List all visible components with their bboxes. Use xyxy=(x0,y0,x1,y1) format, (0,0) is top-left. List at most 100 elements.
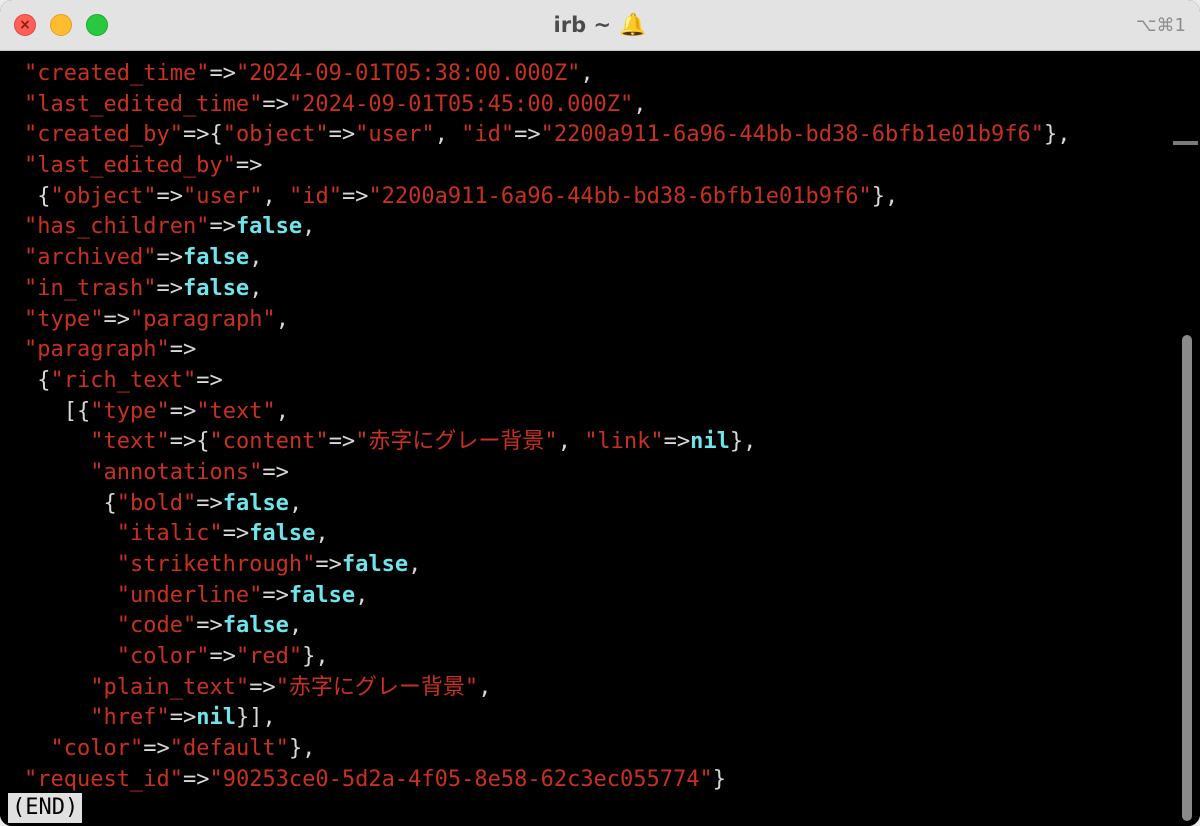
punctuation-token: => xyxy=(262,582,289,608)
output-line: "href"=>nil}], xyxy=(24,703,1070,734)
string-token: "strikethrough" xyxy=(116,552,316,577)
punctuation-token: => xyxy=(328,429,356,455)
punctuation-token xyxy=(24,460,90,485)
keyword-token: false xyxy=(288,582,356,608)
output-line: "created_by"=>{"object"=>"user", "id"=>"… xyxy=(24,120,1070,151)
punctuation-token: , xyxy=(315,521,329,547)
output-line: "has_children"=>false, xyxy=(24,212,1070,243)
punctuation-token: , xyxy=(249,245,263,271)
string-token: "created_by" xyxy=(24,122,183,148)
output-line: "color"=>"red"}, xyxy=(24,642,1070,673)
scrollbar-thumb[interactable] xyxy=(1182,335,1192,821)
keyword-token: false xyxy=(222,613,289,639)
punctuation-token: => xyxy=(315,552,342,577)
punctuation-token: , xyxy=(355,582,369,608)
punctuation-token: => xyxy=(341,183,369,209)
string-token: "90253ce0-5d2a-4f05-8e58-62c3ec055774" xyxy=(209,766,713,792)
punctuation-token xyxy=(24,552,117,577)
pager-end-indicator: (END) xyxy=(8,793,83,823)
string-token: "rich_text" xyxy=(50,367,197,393)
string-token: "user" xyxy=(355,122,435,148)
punctuation-token: => xyxy=(209,214,236,240)
punctuation-token: => xyxy=(169,337,197,363)
punctuation-token: => xyxy=(169,705,197,731)
string-token: "last_edited_by" xyxy=(24,153,236,179)
keyword-token: false xyxy=(222,490,289,516)
string-token: "paragraph" xyxy=(129,306,276,332)
window-title-text: irb ~ xyxy=(553,13,612,37)
punctuation-token: }, xyxy=(871,183,899,209)
string-token: "type" xyxy=(24,306,104,332)
punctuation-token: => xyxy=(209,61,236,86)
output-line: "last_edited_by"=> xyxy=(24,151,1070,182)
string-token: "text" xyxy=(90,429,170,455)
string-token: "赤字にグレー背景" xyxy=(355,429,558,455)
punctuation-token: => xyxy=(196,367,223,393)
title-bar[interactable]: × irb ~ 🔔 ⌥⌘1 xyxy=(0,0,1200,51)
punctuation-token: => xyxy=(169,398,197,424)
punctuation-token: [{ xyxy=(24,398,91,424)
punctuation-token: => xyxy=(235,153,263,179)
punctuation-token: => xyxy=(156,275,183,301)
keyword-token: nil xyxy=(690,429,730,455)
output-line: "last_edited_time"=>"2024-09-01T05:45:00… xyxy=(24,90,1070,121)
string-token: "annotations" xyxy=(90,459,263,485)
keyword-token: false xyxy=(341,552,409,577)
string-token: "2024-09-01T05:45:00.000Z" xyxy=(288,91,634,117)
keyword-token: nil xyxy=(196,705,236,731)
string-token: "last_edited_time" xyxy=(24,91,263,117)
string-token: "text" xyxy=(196,398,276,424)
string-token: "paragraph" xyxy=(24,337,170,363)
string-token: "underline" xyxy=(116,582,263,608)
punctuation-token: => xyxy=(156,183,183,209)
punctuation-token: { xyxy=(24,183,51,209)
string-token: "red" xyxy=(235,644,303,670)
punctuation-token xyxy=(24,705,90,730)
punctuation-token: , xyxy=(580,61,594,86)
punctuation-token: => xyxy=(182,766,210,792)
output-line: "type"=>"paragraph", xyxy=(24,305,1070,336)
irb-output-lines: "created_time"=>"2024-09-01T05:38:00.000… xyxy=(24,59,1070,796)
output-line: "italic"=>false, xyxy=(24,519,1070,550)
punctuation-token xyxy=(24,675,90,700)
string-token: "default" xyxy=(169,736,289,762)
punctuation-token xyxy=(24,736,51,761)
punctuation-token: , xyxy=(408,552,422,577)
punctuation-token: => xyxy=(196,613,223,639)
punctuation-token: , xyxy=(249,275,263,301)
string-token: "赤字にグレー背景" xyxy=(275,674,479,700)
terminal-output[interactable]: "created_time"=>"2024-09-01T05:38:00.000… xyxy=(0,51,1200,826)
output-line: "text"=>{"content"=>"赤字にグレー背景", "link"=>… xyxy=(24,427,1070,458)
string-token: "plain_text" xyxy=(90,674,250,700)
punctuation-token: =>{ xyxy=(182,122,223,148)
string-token: "content" xyxy=(209,429,329,455)
keyword-token: false xyxy=(249,521,316,547)
string-token: "2024-09-01T05:38:00.000Z" xyxy=(235,61,581,86)
punctuation-token xyxy=(24,583,117,608)
output-line: "color"=>"default"}, xyxy=(24,734,1070,765)
punctuation-token: => xyxy=(209,644,236,670)
punctuation-token: => xyxy=(156,245,183,271)
punctuation-token: => xyxy=(143,736,170,762)
string-token: "archived" xyxy=(24,245,157,271)
punctuation-token: => xyxy=(262,459,289,485)
punctuation-token: =>{ xyxy=(169,429,210,455)
output-line: [{"type"=>"text", xyxy=(24,397,1070,428)
keyword-token: false xyxy=(182,275,250,301)
string-token: "link" xyxy=(584,429,664,455)
punctuation-token: => xyxy=(249,674,276,700)
bell-icon: 🔔 xyxy=(619,12,647,38)
string-token: "href" xyxy=(90,705,170,731)
punctuation-token: , xyxy=(262,183,289,209)
punctuation-token: , xyxy=(275,398,289,424)
output-line: "created_time"=>"2024-09-01T05:38:00.000… xyxy=(24,59,1070,90)
punctuation-token: { xyxy=(24,490,117,516)
string-token: "italic" xyxy=(116,521,223,547)
string-token: "object" xyxy=(222,122,329,148)
punctuation-token xyxy=(24,613,117,638)
punctuation-token: => xyxy=(663,429,691,455)
output-line: "strikethrough"=>false, xyxy=(24,550,1070,581)
output-line: "plain_text"=>"赤字にグレー背景", xyxy=(24,673,1070,704)
output-line: "request_id"=>"90253ce0-5d2a-4f05-8e58-6… xyxy=(24,765,1070,796)
punctuation-token: => xyxy=(262,91,289,117)
